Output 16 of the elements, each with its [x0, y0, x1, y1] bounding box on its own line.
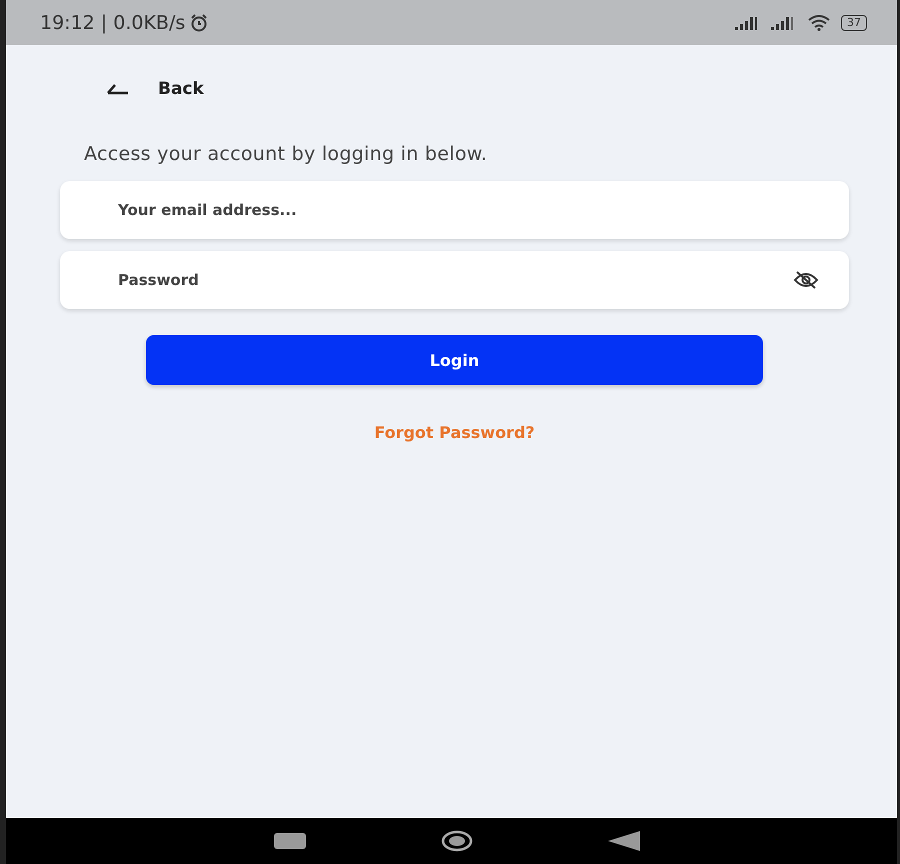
password-input[interactable]: Password [116, 270, 793, 290]
recents-icon[interactable] [274, 833, 306, 849]
password-field[interactable]: Password [60, 251, 849, 309]
eye-off-icon[interactable] [793, 270, 819, 290]
email-input[interactable]: Your email address... [116, 200, 819, 220]
email-field[interactable]: Your email address... [60, 181, 849, 239]
alarm-icon [189, 14, 210, 32]
home-icon[interactable] [440, 830, 472, 852]
back-arrow-icon [106, 83, 128, 95]
back-link[interactable]: Back [158, 79, 204, 99]
wifi-icon [807, 14, 831, 30]
status-time: 19:12 | 0.0KB/s [40, 12, 186, 34]
subtitle: Access your account by logging in below. [84, 143, 488, 165]
back-triangle-icon[interactable] [608, 831, 640, 851]
login-button[interactable]: Login [146, 335, 763, 385]
battery-level: 37 [841, 14, 867, 30]
